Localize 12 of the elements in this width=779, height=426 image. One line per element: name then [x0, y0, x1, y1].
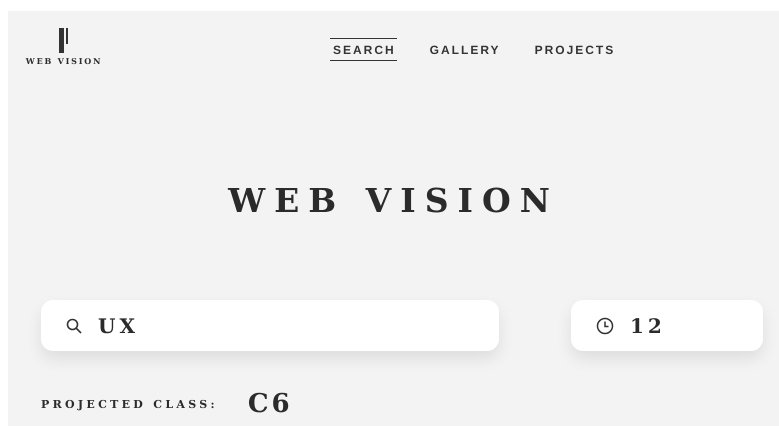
logo-icon: [59, 28, 69, 53]
nav-tab[interactable]: PROJECTS: [532, 38, 616, 61]
nav-tab[interactable]: GALLERY: [426, 38, 502, 61]
clock-icon: [596, 316, 614, 334]
logo-text: WEB VISION: [26, 56, 102, 66]
nav-tab[interactable]: SEARCH: [330, 38, 397, 61]
class-value: C6: [248, 389, 293, 419]
page-title: WEB VISION: [226, 180, 560, 222]
time-field[interactable]: 12: [571, 300, 763, 351]
search-icon: [66, 318, 82, 334]
field-label: PROJECTED CLASS:: [41, 398, 218, 410]
search-field[interactable]: UX: [41, 300, 499, 351]
